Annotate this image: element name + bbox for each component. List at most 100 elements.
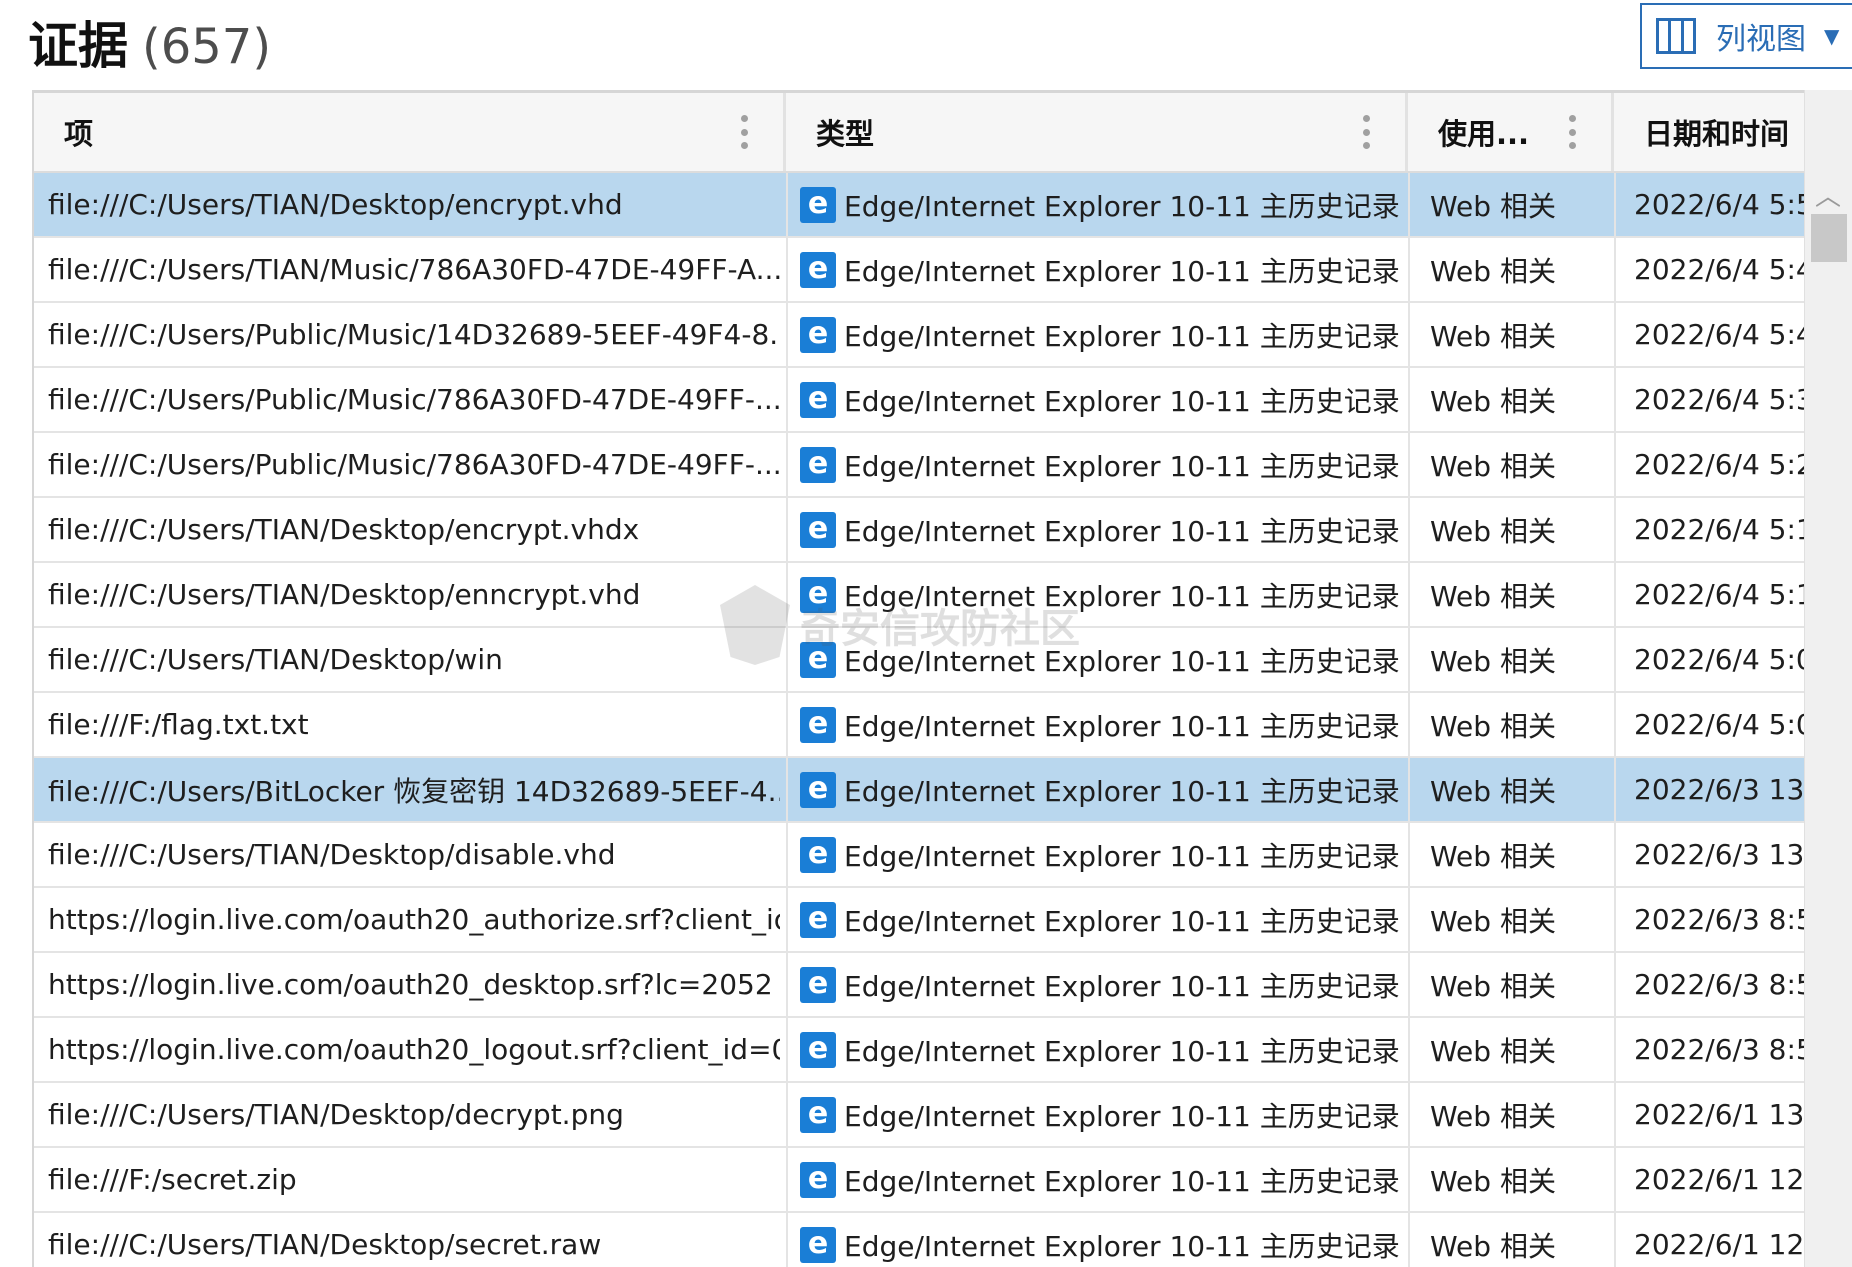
cell-item: file:///C:/Users/TIAN/Desktop/win [48,643,503,676]
cell-item: file:///F:/secret.zip [48,1163,297,1196]
cell-usage: Web 相关 [1430,189,1556,223]
cell-type-label: Edge/Internet Explorer 10-11 主历史记录 [844,1034,1400,1068]
table-row[interactable]: file:///C:/Users/TIAN/Desktop/win e Edge/I… [34,628,1804,693]
cell-type: e Edge/Internet Explorer 10-11 主历史记录 [800,693,1420,756]
column-header-label: 日期和时间 [1644,117,1790,151]
cell-type-label: Edge/Internet Explorer 10-11 主历史记录 [844,189,1400,223]
cell-usage: Web 相关 [1430,969,1556,1003]
column-divider [786,563,788,626]
table-row[interactable]: file:///C:/Users/TIAN/Desktop/enncrypt.v… [34,563,1804,628]
cell-type-label: Edge/Internet Explorer 10-11 主历史记录 [844,319,1400,353]
cell-datetime: 2022/6/4 5:11 [1634,578,1804,611]
column-header-type[interactable]: 类型 [786,93,1408,171]
cell-datetime: 2022/6/4 5:27 [1634,448,1804,481]
cell-datetime: 2022/6/3 8:53 [1634,1033,1804,1066]
table-row[interactable]: file:///C:/Users/TIAN/Music/786A30FD-47D… [34,238,1804,303]
table-row[interactable]: file:///C:/Users/TIAN/Desktop/encrypt.vh… [34,498,1804,563]
cell-type: e Edge/Internet Explorer 10-11 主历史记录 [800,1148,1420,1211]
cell-item: https://login.live.com/oauth20_authorize… [48,903,780,936]
column-divider [786,888,788,951]
cell-usage: Web 相关 [1430,774,1556,808]
column-header-item[interactable]: 项 [34,93,786,171]
column-menu-icon[interactable] [1569,115,1576,149]
cell-datetime: 2022/6/4 5:07 [1634,708,1804,741]
table-row[interactable]: file:///C:/Users/BitLocker 恢复密钥 14D32689… [34,758,1804,823]
table-row[interactable]: https://login.live.com/oauth20_authorize… [34,888,1804,953]
cell-type: e Edge/Internet Explorer 10-11 主历史记录 [800,368,1420,431]
cell-datetime: 2022/6/1 13:0 [1634,1098,1804,1131]
table-row[interactable]: file:///C:/Users/TIAN/Desktop/disable.vh… [34,823,1804,888]
cell-usage: Web 相关 [1430,319,1556,353]
cell-usage: Web 相关 [1430,579,1556,613]
cell-type: e Edge/Internet Explorer 10-11 主历史记录 [800,303,1420,366]
cell-type-label: Edge/Internet Explorer 10-11 主历史记录 [844,839,1400,873]
column-header-datetime[interactable]: 日期和时间 [1614,93,1804,171]
cell-usage: Web 相关 [1430,254,1556,288]
scrollbar-thumb[interactable] [1811,214,1847,262]
cell-type: e Edge/Internet Explorer 10-11 主历史记录 [800,888,1420,951]
table-row[interactable]: https://login.live.com/oauth20_desktop.s… [34,953,1804,1018]
edge-browser-icon: e [800,1161,836,1198]
cell-datetime: 2022/6/3 13:5 [1634,838,1804,871]
scroll-up-icon[interactable]: ︿ [1815,176,1841,213]
edge-browser-icon: e [800,901,836,938]
table-row[interactable]: file:///C:/Users/TIAN/Desktop/encrypt.vh… [34,173,1804,238]
edge-browser-icon: e [800,771,836,808]
cell-type: e Edge/Internet Explorer 10-11 主历史记录 [800,563,1420,626]
cell-type: e Edge/Internet Explorer 10-11 主历史记录 [800,433,1420,496]
table-row[interactable]: file:///C:/Users/TIAN/Desktop/decrypt.pn… [34,1083,1804,1148]
cell-item: file:///F:/flag.txt.txt [48,708,309,741]
cell-datetime: 2022/6/3 8:53 [1634,968,1804,1001]
cell-type-label: Edge/Internet Explorer 10-11 主历史记录 [844,774,1400,808]
columns-icon [1656,18,1696,54]
table-row[interactable]: file:///F:/flag.txt.txt e Edge/Internet Ex… [34,693,1804,758]
table-row[interactable]: file:///C:/Users/Public/Music/786A30FD-4… [34,433,1804,498]
column-divider [786,823,788,886]
edge-browser-icon: e [800,381,836,418]
column-divider [786,953,788,1016]
table-row[interactable]: file:///C:/Users/Public/Music/786A30FD-4… [34,368,1804,433]
table-row[interactable]: file:///F:/secret.zip e Edge/Internet Expl… [34,1148,1804,1213]
column-menu-icon[interactable] [1363,115,1370,149]
column-divider [786,1213,788,1267]
cell-datetime: 2022/6/3 13:5 [1634,773,1804,806]
cell-type-label: Edge/Internet Explorer 10-11 主历史记录 [844,254,1400,288]
table-row[interactable]: file:///C:/Users/TIAN/Desktop/secret.raw… [34,1213,1804,1267]
table-row[interactable]: https://login.live.com/oauth20_logout.sr… [34,1018,1804,1083]
edge-browser-icon: e [800,966,836,1003]
chevron-down-icon: ▼ [1824,24,1840,48]
cell-type: e Edge/Internet Explorer 10-11 主历史记录 [800,238,1420,301]
cell-datetime: 2022/6/4 5:57 [1634,188,1804,221]
cell-item: file:///C:/Users/BitLocker 恢复密钥 14D32689… [48,774,780,808]
cell-datetime: 2022/6/1 12:2 [1634,1163,1804,1196]
cell-type-label: Edge/Internet Explorer 10-11 主历史记录 [844,1164,1400,1198]
evidence-count: (657) [142,19,272,75]
cell-datetime: 2022/6/4 5:09 [1634,643,1804,676]
vertical-scrollbar[interactable]: ︿ [1804,90,1852,1267]
cell-item: https://login.live.com/oauth20_desktop.s… [48,968,773,1001]
cell-datetime: 2022/6/1 12:0 [1634,1228,1804,1261]
cell-type-label: Edge/Internet Explorer 10-11 主历史记录 [844,384,1400,418]
grid-body: file:///C:/Users/TIAN/Desktop/encrypt.vh… [34,173,1804,1267]
cell-datetime: 2022/6/4 5:17 [1634,513,1804,546]
column-header-label: 项 [64,117,94,151]
edge-browser-icon: e [800,446,836,483]
evidence-grid: 项 类型 使用... 日期和时间 file:///C:/Users/TIAN/D… [32,90,1804,1267]
column-menu-icon[interactable] [741,115,748,149]
cell-type: e Edge/Internet Explorer 10-11 主历史记录 [800,498,1420,561]
edge-browser-icon: e [800,511,836,548]
title-text: 证据 [28,17,128,75]
column-header-label: 使用... [1438,117,1530,151]
table-row[interactable]: file:///C:/Users/Public/Music/14D32689-5… [34,303,1804,368]
cell-item: file:///C:/Users/TIAN/Desktop/encrypt.vh… [48,513,640,546]
cell-usage: Web 相关 [1430,1229,1556,1263]
column-divider [786,433,788,496]
column-header-usage[interactable]: 使用... [1408,93,1614,171]
view-selector-button[interactable]: 列视图 ▼ [1640,3,1852,69]
column-divider [786,693,788,756]
cell-item: file:///C:/Users/TIAN/Music/786A30FD-47D… [48,253,780,286]
page-title: 证据 (657) [28,6,271,76]
edge-browser-icon: e [800,316,836,353]
edge-browser-icon: e [800,186,836,223]
column-divider [786,238,788,301]
